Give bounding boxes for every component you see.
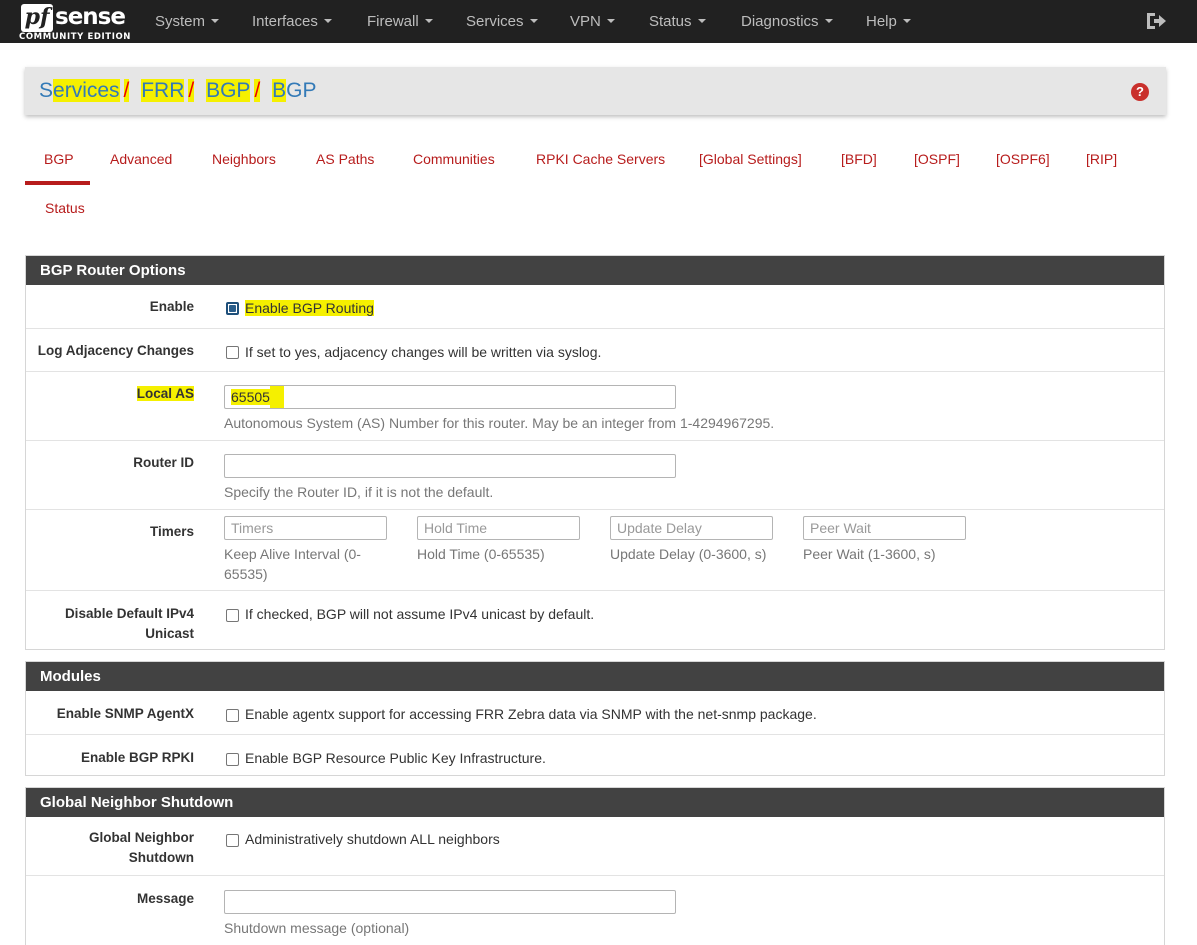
rpki-checkbox[interactable] — [226, 753, 239, 766]
disable-ipv4-label: Disable Default IPv4 Unicast — [64, 606, 194, 641]
global-shutdown-checkbox[interactable] — [226, 834, 239, 847]
active-tab-indicator — [25, 181, 90, 185]
bgp-router-options-panel: BGP Router Options Enable Enable BGP Rou… — [25, 255, 1165, 650]
row-local-as: Local AS 65505 Autonomous System (AS) Nu… — [26, 371, 1164, 440]
tab-status[interactable]: Status — [45, 200, 85, 216]
help-icon[interactable]: ? — [1131, 83, 1149, 101]
tab-rpki-cache-servers[interactable]: RPKI Cache Servers — [536, 151, 665, 167]
local-as-label: Local AS — [136, 386, 194, 401]
nav-diagnostics[interactable]: Diagnostics — [741, 13, 833, 30]
nav-system[interactable]: System — [155, 13, 220, 30]
snmp-checkbox[interactable] — [226, 709, 239, 722]
breadcrumb-panel: Services / FRR / BGP / BGP ? — [25, 67, 1166, 115]
tab-bfd[interactable]: [BFD] — [841, 151, 877, 167]
panel-heading: Modules — [26, 662, 1164, 691]
caret-down-icon — [529, 19, 538, 23]
modules-panel: Modules Enable SNMP AgentX Enable agentx… — [25, 661, 1165, 776]
nav-firewall[interactable]: Firewall — [367, 13, 433, 30]
row-message: Message Shutdown message (optional) — [26, 875, 1164, 945]
tab-ospf[interactable]: [OSPF] — [914, 151, 960, 167]
nav-status[interactable]: Status — [649, 13, 706, 30]
row-rpki: Enable BGP RPKI Enable BGP Resource Publ… — [26, 734, 1164, 776]
nav-vpn[interactable]: VPN — [570, 13, 615, 30]
snmp-text: Enable agentx support for accessing FRR … — [245, 706, 817, 722]
enable-bgp-text: Enable BGP Routing — [245, 300, 374, 316]
peer-wait-input[interactable] — [803, 516, 966, 540]
message-label: Message — [136, 891, 194, 906]
hold-time-help: Hold Time (0-65535) — [417, 546, 545, 562]
nav-help[interactable]: Help — [866, 13, 911, 30]
caret-down-icon — [211, 19, 220, 23]
router-id-label: Router ID — [133, 455, 194, 470]
caret-down-icon — [424, 19, 433, 23]
tab-ospf6[interactable]: [OSPF6] — [996, 151, 1050, 167]
logo-pf-mark: pf — [21, 4, 53, 32]
tab-as-paths[interactable]: AS Paths — [316, 151, 374, 167]
panel-heading: BGP Router Options — [26, 256, 1164, 285]
keepalive-help: Keep Alive Interval (0- 65535) — [224, 546, 361, 582]
peer-wait-help: Peer Wait (1-3600, s) — [803, 546, 936, 562]
row-enable: Enable Enable BGP Routing — [26, 285, 1164, 328]
caret-down-icon — [902, 19, 911, 23]
enable-bgp-checkbox[interactable] — [226, 302, 239, 315]
timers-label: Timers — [149, 524, 194, 539]
breadcrumb-services[interactable]: Services — [39, 79, 120, 102]
log-adjacency-label: Log Adjacency Changes — [37, 343, 194, 358]
tab-bgp[interactable]: BGP — [44, 151, 74, 167]
nav-services[interactable]: Services — [466, 13, 538, 30]
rpki-text: Enable BGP Resource Public Key Infrastru… — [245, 750, 546, 766]
keepalive-input[interactable] — [224, 516, 387, 540]
router-id-input[interactable] — [224, 454, 676, 478]
log-adjacency-text: If set to yes, adjacency changes will be… — [245, 344, 602, 360]
enable-label: Enable — [149, 299, 194, 314]
row-disable-ipv4: Disable Default IPv4 Unicast If checked, … — [26, 590, 1164, 650]
global-shutdown-label: Global Neighbor Shutdown — [88, 830, 194, 865]
global-neighbor-shutdown-panel: Global Neighbor Shutdown Global Neighbor… — [25, 787, 1165, 945]
router-id-help: Specify the Router ID, if it is not the … — [224, 484, 494, 500]
row-snmp: Enable SNMP AgentX Enable agentx support… — [26, 691, 1164, 734]
update-delay-input[interactable] — [610, 516, 773, 540]
top-navbar: pf sense COMMUNITY EDITION System Interf… — [0, 0, 1197, 43]
caret-down-icon — [323, 19, 332, 23]
logout-icon[interactable] — [1145, 11, 1167, 31]
row-global-shutdown: Global Neighbor Shutdown Administratively… — [26, 817, 1164, 875]
snmp-label: Enable SNMP AgentX — [56, 706, 194, 721]
pfsense-logo[interactable]: pf sense COMMUNITY EDITION — [19, 4, 131, 42]
tab-advanced[interactable]: Advanced — [110, 151, 172, 167]
panel-heading: Global Neighbor Shutdown — [26, 788, 1164, 817]
update-delay-help: Update Delay (0-3600, s) — [610, 546, 767, 562]
nav-interfaces[interactable]: Interfaces — [252, 13, 332, 30]
disable-ipv4-checkbox[interactable] — [226, 609, 239, 622]
breadcrumb: Services / FRR / BGP / BGP — [39, 79, 317, 103]
tab-communities[interactable]: Communities — [413, 151, 495, 167]
caret-down-icon — [824, 19, 833, 23]
global-shutdown-text: Administratively shutdown ALL neighbors — [245, 831, 500, 847]
caret-down-icon — [697, 19, 706, 23]
message-help: Shutdown message (optional) — [224, 920, 410, 936]
message-input[interactable] — [224, 890, 676, 914]
breadcrumb-current: BGP — [272, 79, 317, 102]
hold-time-input[interactable] — [417, 516, 580, 540]
row-timers: Timers Keep Alive Interval (0-65535) Hol… — [26, 509, 1164, 590]
breadcrumb-separator: / — [123, 79, 130, 102]
local-as-help: Autonomous System (AS) Number for this r… — [224, 415, 775, 431]
breadcrumb-frr[interactable]: FRR — [141, 79, 185, 102]
breadcrumb-separator: / — [254, 79, 261, 102]
logo-edition: COMMUNITY EDITION — [19, 32, 131, 42]
logo-wordmark: sense — [55, 4, 126, 30]
tab-rip[interactable]: [RIP] — [1086, 151, 1117, 167]
log-adjacency-checkbox[interactable] — [226, 346, 239, 359]
disable-ipv4-text: If checked, BGP will not assume IPv4 uni… — [245, 606, 595, 622]
tab-global-settings[interactable]: [Global Settings] — [699, 151, 802, 167]
tab-neighbors[interactable]: Neighbors — [212, 151, 276, 167]
local-as-input[interactable]: 65505 — [224, 385, 676, 409]
rpki-label: Enable BGP RPKI — [80, 750, 194, 765]
breadcrumb-bgp[interactable]: BGP — [206, 79, 251, 102]
row-log-adjacency: Log Adjacency Changes If set to yes, adj… — [26, 328, 1164, 371]
breadcrumb-separator: / — [188, 79, 195, 102]
caret-down-icon — [606, 19, 615, 23]
row-router-id: Router ID Specify the Router ID, if it i… — [26, 440, 1164, 509]
